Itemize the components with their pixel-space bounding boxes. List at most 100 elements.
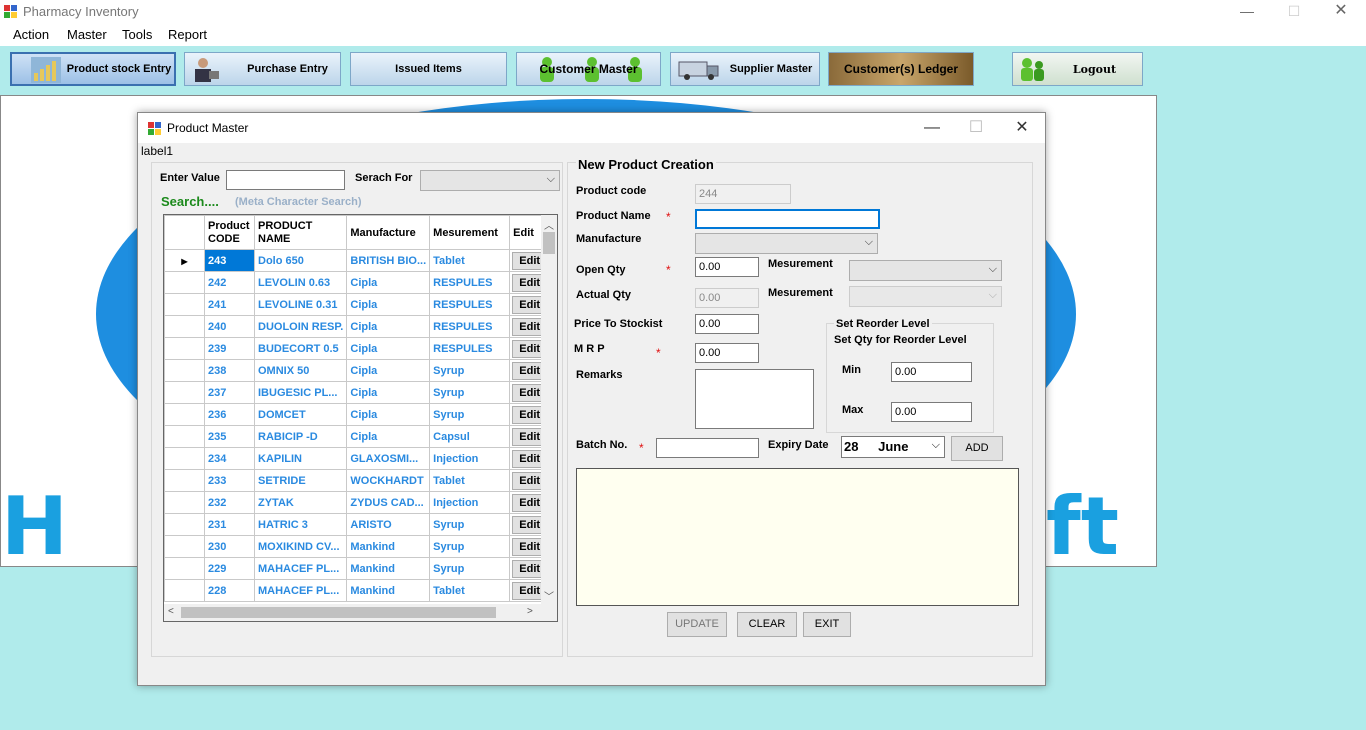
- hscroll-thumb[interactable]: [181, 607, 496, 618]
- open-qty-input[interactable]: 0.00: [695, 257, 759, 277]
- menu-master[interactable]: Master: [67, 27, 107, 42]
- menu-report[interactable]: Report: [168, 27, 207, 42]
- cell-manufacture[interactable]: Cipla: [346, 403, 431, 426]
- row-header[interactable]: [164, 491, 205, 514]
- table-row[interactable]: 236 DOMCET Cipla Syrup Edit: [164, 403, 551, 426]
- cell-manufacture[interactable]: Cipla: [346, 315, 431, 338]
- cell-name[interactable]: DOMCET: [253, 403, 348, 426]
- row-header[interactable]: [164, 579, 205, 602]
- row-header[interactable]: [164, 425, 205, 448]
- add-button[interactable]: ADD: [951, 436, 1003, 461]
- grid-col-code[interactable]: Product CODE: [204, 215, 255, 250]
- cell-mesurement[interactable]: Injection: [429, 447, 511, 470]
- cell-manufacture[interactable]: Cipla: [346, 293, 431, 316]
- customers-ledger-button[interactable]: Customer(s) Ledger: [828, 52, 974, 86]
- cell-mesurement[interactable]: Syrup: [429, 513, 511, 536]
- max-input[interactable]: 0.00: [891, 402, 972, 422]
- mrp-input[interactable]: 0.00: [695, 343, 759, 363]
- row-header[interactable]: [164, 535, 205, 558]
- min-input[interactable]: 0.00: [891, 362, 972, 382]
- cell-name[interactable]: IBUGESIC PL...: [253, 381, 348, 404]
- table-row[interactable]: 231 HATRIC 3 ARISTO Syrup Edit: [164, 513, 551, 536]
- cell-manufacture[interactable]: ARISTO: [346, 513, 431, 536]
- dialog-minimize-button[interactable]: —: [912, 117, 952, 139]
- cell-code[interactable]: 236: [204, 403, 255, 426]
- remarks-textarea[interactable]: [695, 369, 814, 429]
- cell-name[interactable]: RABICIP -D: [253, 425, 348, 448]
- cell-code[interactable]: 233: [204, 469, 255, 492]
- product-grid[interactable]: Product CODE PRODUCT NAME Manufacture Me…: [163, 214, 558, 622]
- row-header[interactable]: [164, 403, 205, 426]
- cell-mesurement[interactable]: Syrup: [429, 557, 511, 580]
- vscroll-thumb[interactable]: [543, 232, 555, 254]
- grid-vertical-scrollbar[interactable]: ︿ ﹀: [541, 215, 557, 605]
- cell-mesurement[interactable]: Tablet: [429, 249, 511, 272]
- cell-manufacture[interactable]: Cipla: [346, 337, 431, 360]
- cell-name[interactable]: MAHACEF PL...: [253, 557, 348, 580]
- cell-code[interactable]: 237: [204, 381, 255, 404]
- cell-code[interactable]: 241: [204, 293, 255, 316]
- supplier-master-button[interactable]: Supplier Master: [670, 52, 820, 86]
- product-name-input[interactable]: [695, 209, 880, 229]
- row-header[interactable]: [164, 513, 205, 536]
- expiry-date-picker[interactable]: 28 June ⌵: [841, 436, 945, 458]
- price-to-stockist-input[interactable]: 0.00: [695, 314, 759, 334]
- scroll-left-icon[interactable]: <: [168, 606, 174, 617]
- clear-button[interactable]: CLEAR: [737, 612, 797, 637]
- row-header[interactable]: [164, 469, 205, 492]
- cell-manufacture[interactable]: Cipla: [346, 359, 431, 382]
- row-header[interactable]: [164, 447, 205, 470]
- cell-name[interactable]: KAPILIN: [253, 447, 348, 470]
- table-row[interactable]: 241 LEVOLINE 0.31 Cipla RESPULES Edit: [164, 293, 551, 316]
- cell-mesurement[interactable]: RESPULES: [429, 337, 511, 360]
- cell-name[interactable]: MAHACEF PL...: [253, 579, 348, 602]
- customer-master-button[interactable]: Customer Master: [516, 52, 661, 86]
- issued-items-button[interactable]: Issued Items: [350, 52, 507, 86]
- grid-col-manufacture[interactable]: Manufacture: [346, 215, 431, 250]
- table-row[interactable]: 234 KAPILIN GLAXOSMI... Injection Edit: [164, 447, 551, 470]
- menu-tools[interactable]: Tools: [122, 27, 152, 42]
- cell-mesurement[interactable]: Syrup: [429, 403, 511, 426]
- cell-manufacture[interactable]: WOCKHARDT: [346, 469, 431, 492]
- table-row[interactable]: 242 LEVOLIN 0.63 Cipla RESPULES Edit: [164, 271, 551, 294]
- row-header[interactable]: ▶: [164, 249, 205, 272]
- cell-code[interactable]: 235: [204, 425, 255, 448]
- row-header[interactable]: [164, 315, 205, 338]
- cell-manufacture[interactable]: BRITISH BIO...: [346, 249, 431, 272]
- scroll-right-icon[interactable]: >: [527, 606, 533, 617]
- scroll-down-icon[interactable]: ﹀: [544, 588, 554, 603]
- table-row[interactable]: 239 BUDECORT 0.5 Cipla RESPULES Edit: [164, 337, 551, 360]
- grid-horizontal-scrollbar[interactable]: < >: [164, 604, 557, 621]
- cell-code[interactable]: 228: [204, 579, 255, 602]
- cell-manufacture[interactable]: Cipla: [346, 271, 431, 294]
- batch-no-input[interactable]: [656, 438, 759, 458]
- cell-name[interactable]: ZYTAK: [253, 491, 348, 514]
- cell-code[interactable]: 242: [204, 271, 255, 294]
- purchase-entry-button[interactable]: Purchase Entry: [184, 52, 341, 86]
- table-row[interactable]: 229 MAHACEF PL... Mankind Syrup Edit: [164, 557, 551, 580]
- maximize-button[interactable]: ☐: [1271, 2, 1317, 22]
- table-row[interactable]: 238 OMNIX 50 Cipla Syrup Edit: [164, 359, 551, 382]
- cell-name[interactable]: BUDECORT 0.5: [253, 337, 348, 360]
- row-header[interactable]: [164, 381, 205, 404]
- cell-manufacture[interactable]: Mankind: [346, 579, 431, 602]
- cell-mesurement[interactable]: Syrup: [429, 359, 511, 382]
- cell-manufacture[interactable]: Mankind: [346, 557, 431, 580]
- minimize-button[interactable]: —: [1224, 2, 1270, 22]
- cell-manufacture[interactable]: Mankind: [346, 535, 431, 558]
- cell-code[interactable]: 230: [204, 535, 255, 558]
- cell-manufacture[interactable]: GLAXOSMI...: [346, 447, 431, 470]
- close-button[interactable]: ✕: [1318, 2, 1364, 22]
- menu-action[interactable]: Action: [13, 27, 49, 42]
- grid-col-mesurement[interactable]: Mesurement: [429, 215, 511, 250]
- cell-code[interactable]: 232: [204, 491, 255, 514]
- batch-listbox[interactable]: [576, 468, 1019, 606]
- cell-name[interactable]: HATRIC 3: [253, 513, 348, 536]
- grid-col-name[interactable]: PRODUCT NAME: [253, 215, 348, 250]
- scroll-up-icon[interactable]: ︿: [544, 217, 554, 232]
- table-row[interactable]: 230 MOXIKIND CV... Mankind Syrup Edit: [164, 535, 551, 558]
- cell-mesurement[interactable]: Tablet: [429, 579, 511, 602]
- cell-manufacture[interactable]: Cipla: [346, 425, 431, 448]
- cell-mesurement[interactable]: RESPULES: [429, 315, 511, 338]
- enter-value-input[interactable]: [226, 170, 345, 190]
